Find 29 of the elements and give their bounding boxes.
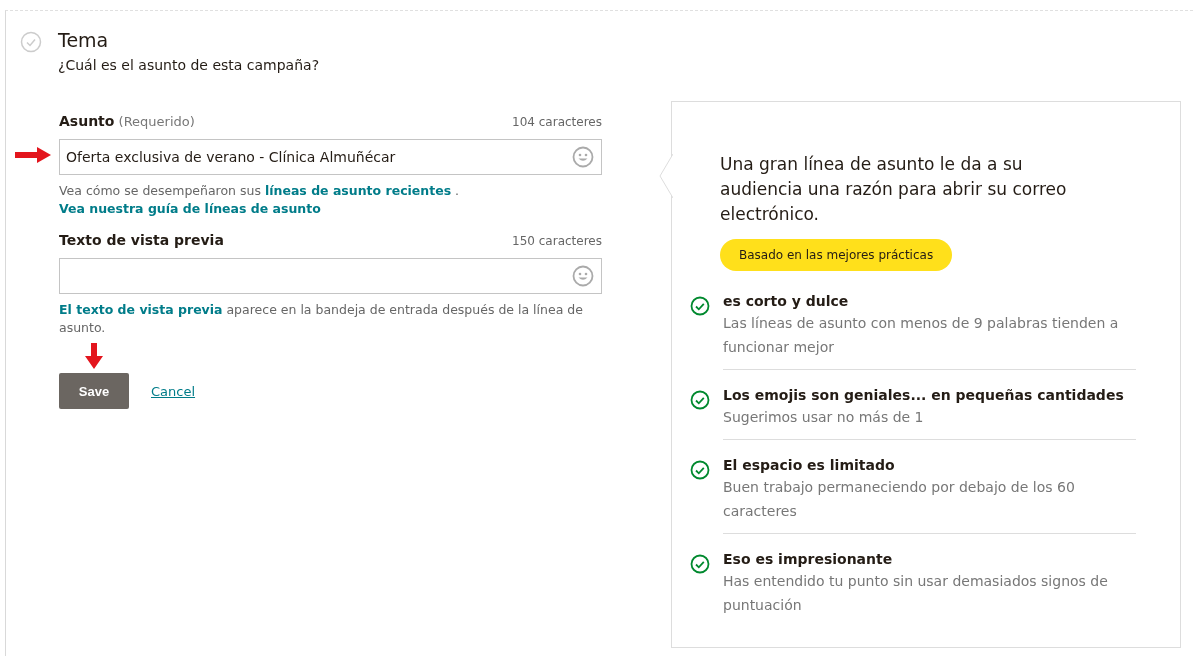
- emoji-icon[interactable]: [572, 146, 594, 168]
- hint-link[interactable]: El texto de vista previa: [59, 302, 223, 317]
- hint-link[interactable]: Vea nuestra guía de líneas de asunto: [59, 201, 321, 216]
- field-label: Asunto (Requerido): [59, 113, 195, 129]
- tip-title: Eso es impresionante: [723, 551, 894, 567]
- best-practices-badge: Basado en las mejores prácticas: [720, 239, 953, 271]
- tip-text: Has entendido tu punto sin usar demasiados signos de puntuación: [723, 572, 1109, 615]
- emoji-icon[interactable]: [572, 265, 594, 287]
- tips-heading: Una gran línea de asunto le da a su audiencia una razón para abrir su correo electrónico.: [720, 153, 1068, 226]
- annotation-arrow: [85, 343, 103, 369]
- text-field[interactable]: [59, 258, 602, 294]
- section-subtitle: ¿Cuál es el asunto de esta campaña?: [58, 57, 320, 73]
- tip-text: Sugerimos usar no más de 1: [723, 408, 925, 427]
- text-field[interactable]: Oferta exclusiva de verano - Clínica Almuñécar: [59, 139, 602, 175]
- section-title: Tema: [58, 29, 110, 51]
- tip-text: Buen trabajo permaneciendo por debajo de los 60 caracteres: [723, 478, 1076, 521]
- tip-text: Las líneas de asunto con menos de 9 palabras tienden a funcionar mejor: [723, 314, 1120, 357]
- field-label: Texto de vista previa: [59, 232, 224, 248]
- save-button[interactable]: Save: [59, 373, 129, 409]
- tip-title: El espacio es limitado: [723, 457, 896, 473]
- tip-title: Los emojis son geniales... en pequeñas cantidades: [723, 387, 1125, 403]
- character-counter: 104 caracteres: [512, 115, 602, 129]
- character-counter: 150 caracteres: [512, 234, 602, 248]
- field-hint: El texto de vista previa aparece en la bandeja de entrada después de la línea de asunto.: [59, 301, 584, 337]
- field-hint: Vea cómo se desempeñaron sus líneas de asunto recientes . Vea nuestra guía de líneas de asunto: [59, 182, 461, 218]
- annotation-arrow: [15, 147, 51, 163]
- tip-title: es corto y dulce: [723, 293, 850, 309]
- hint-link[interactable]: líneas de asunto recientes: [264, 183, 452, 198]
- cancel-link[interactable]: Cancel: [151, 383, 196, 399]
